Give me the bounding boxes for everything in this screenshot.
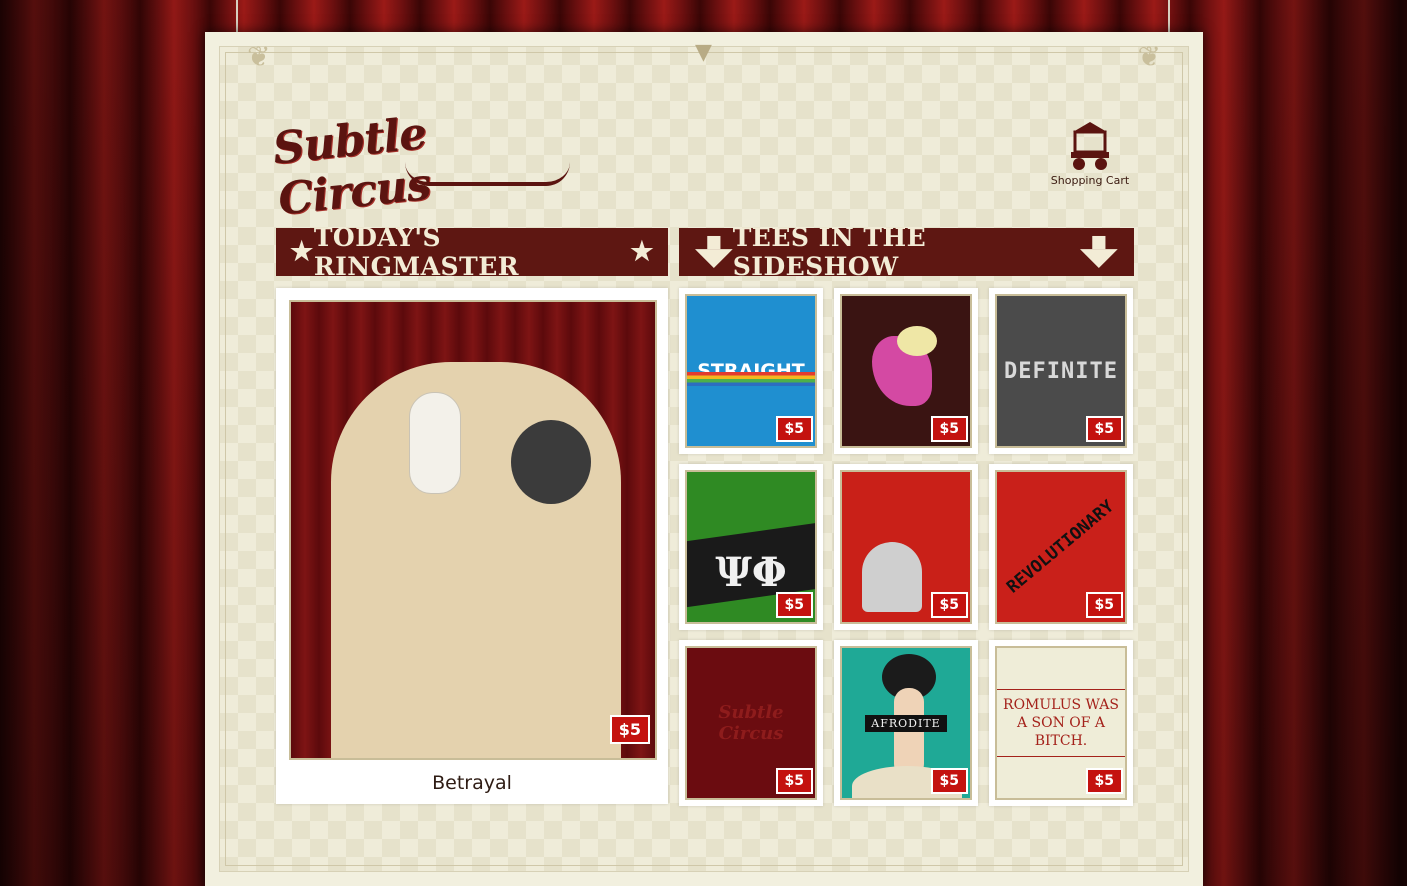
bowling-ball-graphic: [511, 420, 591, 504]
featured-product-card[interactable]: $5 Betrayal: [276, 288, 668, 804]
store-panel: ❦ ▼ ❦ Subtle Circus Shopping Cart ★ TODA…: [205, 32, 1203, 886]
tee-art-text: DEFINITE: [1004, 358, 1118, 384]
figure-graphic: [894, 688, 924, 778]
flourish-ornament-left: ❦: [247, 40, 271, 73]
tee-art-text: AFRODITE: [865, 714, 947, 732]
price-badge: $5: [1085, 592, 1123, 618]
price-badge: $5: [930, 592, 968, 618]
star-icon: ★: [630, 237, 654, 267]
tee-art-text: ΨΦ: [715, 548, 787, 596]
product-tile[interactable]: $5: [834, 464, 978, 630]
tee-art-text: REVOLUTIONARY: [1003, 496, 1119, 598]
logo-swash: [405, 162, 570, 186]
cart-label: Shopping Cart: [1050, 174, 1130, 187]
product-tile[interactable]: DEFINITE $5: [989, 288, 1133, 454]
shopping-cart-button[interactable]: Shopping Cart: [1050, 118, 1130, 188]
price-badge: $5: [775, 768, 813, 794]
shirt-illustration: [331, 362, 621, 758]
product-tile[interactable]: ΨΦ $5: [679, 464, 823, 630]
paint-splatter-graphic: [897, 326, 937, 356]
product-tile[interactable]: STRAIGHT $5: [679, 288, 823, 454]
site-logo[interactable]: Subtle Circus: [270, 90, 575, 225]
featured-product-image[interactable]: [289, 300, 657, 760]
flourish-ornament-right: ❦: [1137, 40, 1161, 73]
price-badge: $5: [1085, 416, 1123, 442]
robot-graphic: [862, 542, 922, 612]
price-badge: $5: [775, 416, 813, 442]
product-tile[interactable]: AFRODITE $5: [834, 640, 978, 806]
arrow-down-icon: [1080, 235, 1118, 269]
tee-art-text: Subtle Circus: [718, 702, 784, 744]
flourish-ornament-center: ▼: [695, 40, 712, 65]
product-tile[interactable]: ROMULUS WAS A SON OF A BITCH. $5: [989, 640, 1133, 806]
product-tile[interactable]: REVOLUTIONARY $5: [989, 464, 1133, 630]
shopping-cart-icon: [1071, 122, 1109, 170]
product-tile[interactable]: $5: [834, 288, 978, 454]
featured-section-title: TODAY'S RINGMASTER: [313, 223, 520, 281]
arrow-down-icon: [695, 235, 733, 269]
price-badge: $5: [1085, 768, 1123, 794]
star-icon: ★: [290, 237, 314, 267]
price-badge: $5: [930, 416, 968, 442]
featured-section-header: ★ TODAY'S RINGMASTER ★: [276, 223, 668, 281]
grid-section-title: TEES IN THE SIDESHOW: [732, 223, 927, 281]
rainbow-stripes-graphic: [687, 372, 815, 386]
price-badge: $5: [609, 715, 650, 744]
grid-section-header: TEES IN THE SIDESHOW: [679, 223, 1134, 281]
product-tile[interactable]: Subtle Circus $5: [679, 640, 823, 806]
tee-art-text: ROMULUS WAS A SON OF A BITCH.: [997, 689, 1125, 757]
featured-product-name[interactable]: Betrayal: [276, 772, 668, 794]
price-badge: $5: [930, 768, 968, 794]
price-badge: $5: [775, 592, 813, 618]
bowling-pin-graphic: [409, 392, 461, 494]
